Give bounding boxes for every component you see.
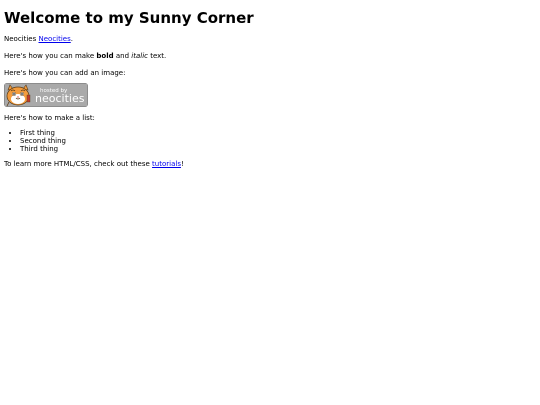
- intro-prefix: Neocities: [4, 35, 39, 43]
- intro-suffix: .: [70, 35, 73, 43]
- formatting-suffix: text.: [147, 52, 167, 60]
- neocities-badge-image: hosted by neocities: [4, 83, 88, 107]
- page-content: Welcome to my Sunny Corner Neocities Neo…: [0, 8, 540, 170]
- neocities-link[interactable]: Neocities: [39, 35, 71, 43]
- list-item: First thing: [20, 129, 536, 137]
- example-list: First thing Second thing Third thing: [4, 129, 536, 153]
- outro-suffix: !: [180, 160, 184, 168]
- hosted-by-neocities-badge: hosted by neocities: [4, 83, 88, 107]
- badge-brand-text: neocities: [35, 92, 85, 105]
- bold-text: bold: [96, 52, 114, 60]
- formatting-prefix: Here's how you can make: [4, 52, 97, 60]
- outro-paragraph: To learn more HTML/CSS, check out these …: [4, 159, 536, 170]
- image-intro-paragraph: Here's how you can add an image:: [4, 69, 126, 77]
- list-intro-paragraph: Here's how to make a list:: [4, 114, 95, 122]
- list-item: Third thing: [20, 145, 536, 153]
- formatting-paragraph: Here's how you can make bold and italic …: [4, 51, 536, 62]
- intro-paragraph: Neocities Neocities.: [4, 34, 536, 45]
- page-title: Welcome to my Sunny Corner: [4, 9, 254, 27]
- outro-prefix: To learn more HTML/CSS, check out these: [4, 160, 153, 168]
- formatting-middle: and: [113, 52, 132, 60]
- tutorials-link[interactable]: tutorials: [152, 160, 181, 168]
- list-item: Second thing: [20, 137, 536, 145]
- italic-text: italic: [131, 52, 148, 60]
